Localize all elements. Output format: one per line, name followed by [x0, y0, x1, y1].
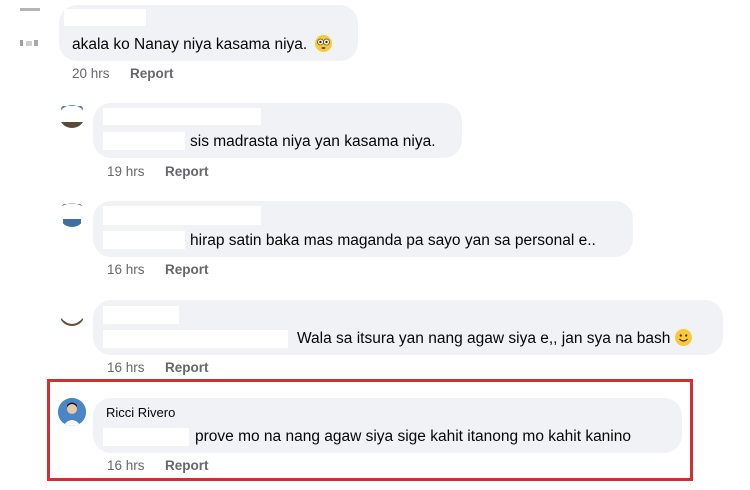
redacted-mention: [103, 330, 288, 348]
avatar[interactable]: [59, 300, 85, 326]
avatar[interactable]: [18, 4, 44, 50]
report-link[interactable]: Report: [165, 360, 209, 375]
redacted-name: [103, 206, 261, 225]
report-link[interactable]: Report: [130, 66, 174, 81]
timestamp[interactable]: 16 hrs: [107, 360, 145, 375]
timestamp[interactable]: 20 hrs: [72, 66, 110, 81]
comment-text: sis madrasta niya yan kasama niya.: [190, 133, 436, 150]
comment-text: Wala sa itsura yan nang agaw siya e,, ja…: [297, 329, 692, 349]
report-link[interactable]: Report: [165, 262, 209, 277]
timestamp[interactable]: 19 hrs: [107, 164, 145, 179]
redacted-mention: [103, 231, 185, 249]
comment-text: hirap satin baka mas maganda pa sayo yan…: [190, 232, 596, 249]
redacted-mention: [103, 132, 185, 150]
redacted-name: [103, 306, 179, 324]
report-link[interactable]: Report: [165, 164, 209, 179]
highlight-box: [47, 379, 693, 481]
avatar[interactable]: [59, 201, 85, 227]
smiling-face-emoji: [674, 329, 692, 346]
redacted-name: [103, 108, 261, 125]
flushed-face-emoji: [314, 35, 332, 52]
redacted-name: [64, 9, 146, 26]
timestamp[interactable]: 16 hrs: [107, 262, 145, 277]
comment-text: akala ko Nanay niya kasama niya.: [72, 35, 332, 55]
avatar[interactable]: [59, 102, 85, 128]
